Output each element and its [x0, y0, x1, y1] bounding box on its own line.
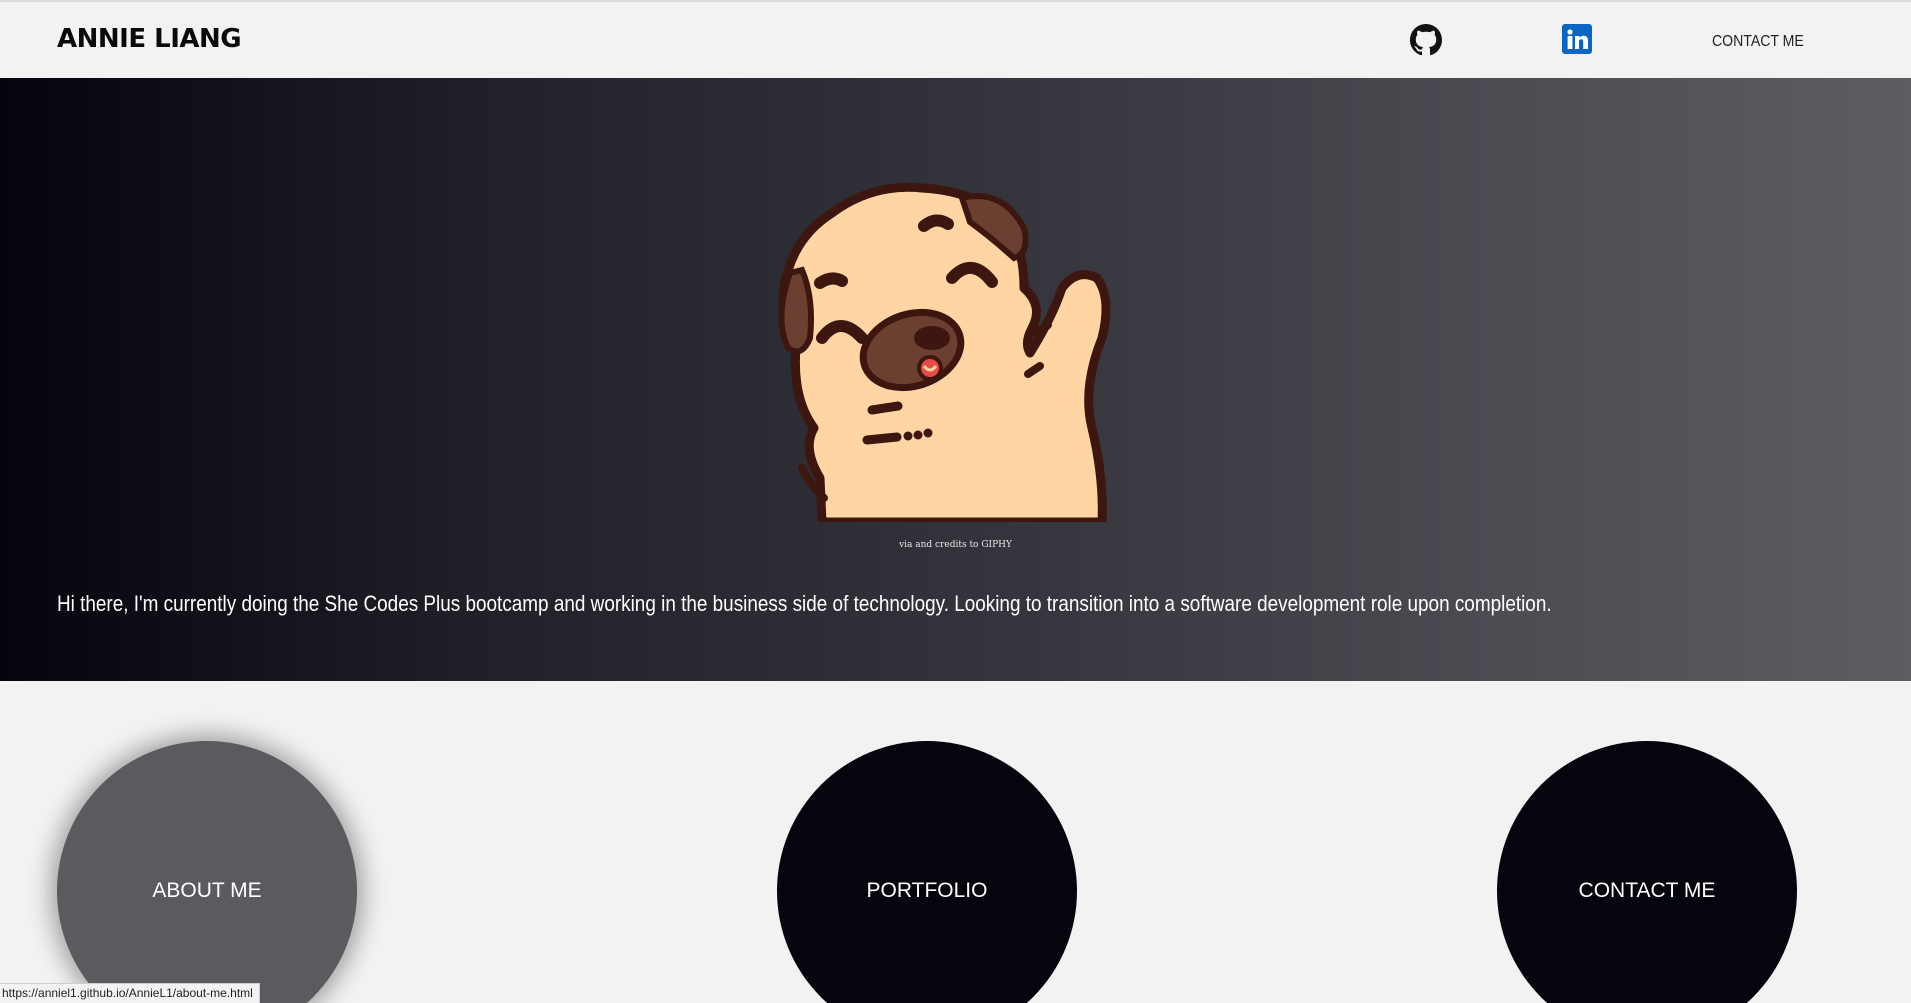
about-me-circle-button[interactable]: ABOUT ME [57, 741, 357, 1003]
nav-contact-link[interactable]: CONTACT ME [1712, 33, 1804, 51]
portfolio-circle-button[interactable]: PORTFOLIO [777, 741, 1077, 1003]
contact-me-circle-button[interactable]: CONTACT ME [1497, 741, 1797, 1003]
waving-pug-image [778, 182, 1111, 522]
contact-me-label: CONTACT ME [1578, 879, 1716, 902]
github-icon[interactable] [1410, 24, 1442, 56]
about-me-label: ABOUT ME [152, 879, 262, 902]
linkedin-icon[interactable] [1562, 24, 1592, 54]
site-brand[interactable]: ANNIE LIANG [57, 24, 242, 54]
site-header: ANNIE LIANG CONTACT ME [0, 0, 1911, 78]
hero-section: via and credits to GIPHY Hi there, I'm c… [0, 78, 1911, 681]
status-bar-url: https://anniel1.github.io/AnnieL1/about-… [0, 983, 260, 1003]
portfolio-label: PORTFOLIO [866, 879, 988, 902]
image-credit: via and credits to GIPHY [899, 540, 1012, 550]
intro-text: Hi there, I'm currently doing the She Co… [57, 591, 1552, 616]
page: ANNIE LIANG CONTACT ME via and credits t… [0, 0, 1911, 1003]
